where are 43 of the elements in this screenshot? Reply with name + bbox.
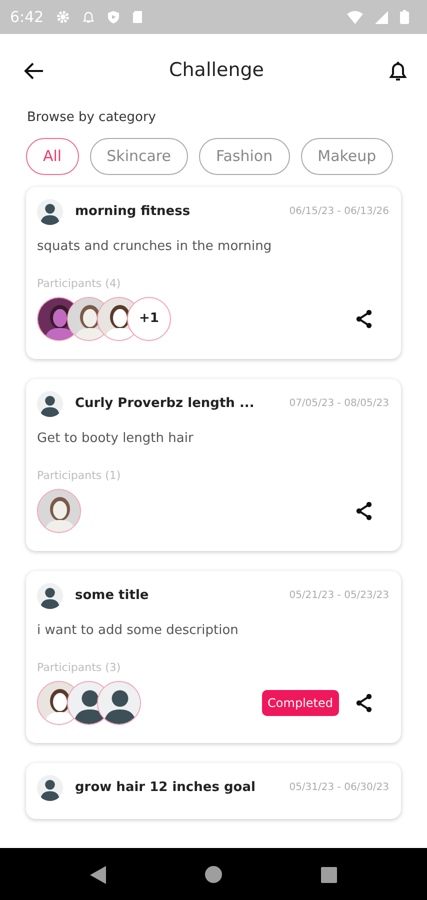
participants-label: Participants (1) bbox=[37, 468, 122, 484]
bell-icon bbox=[389, 60, 407, 82]
challenge-title: grow hair 12 inches goal bbox=[75, 778, 256, 797]
signal-icon bbox=[375, 10, 388, 24]
date-range: 07/05/23 - 08/05/23 bbox=[289, 397, 389, 411]
more-participants: +1 bbox=[127, 296, 171, 340]
shield-icon bbox=[106, 10, 120, 24]
avatar-icon bbox=[37, 390, 63, 416]
person-icon bbox=[98, 682, 140, 724]
challenge-title: morning fitness bbox=[75, 202, 192, 221]
back-arrow-icon bbox=[24, 62, 44, 80]
avatar-icon bbox=[37, 774, 63, 800]
date-range: 05/21/23 - 05/23/23 bbox=[289, 589, 389, 603]
wifi-icon bbox=[347, 10, 363, 24]
challenge-title: Curly Proverbz length ... bbox=[75, 394, 256, 413]
triangle-icon bbox=[90, 866, 106, 884]
avatar-icon bbox=[37, 198, 63, 224]
sd-card-icon bbox=[132, 10, 143, 24]
completed-badge: Completed bbox=[262, 690, 339, 716]
challenge-description: Get to booty length hair bbox=[37, 430, 194, 448]
category-chip[interactable]: All bbox=[26, 138, 79, 174]
share-icon bbox=[355, 309, 373, 330]
date-range: 06/15/23 - 06/13/26 bbox=[289, 205, 389, 219]
participants-label: Participants (4) bbox=[37, 276, 122, 292]
square-icon bbox=[321, 866, 338, 883]
category-chip[interactable]: Skincare bbox=[90, 138, 188, 174]
challenge-description: squats and crunches in the morning bbox=[37, 238, 273, 256]
avatar-icon bbox=[37, 582, 63, 608]
clock: 6:42 bbox=[10, 6, 44, 28]
page-title: Challenge bbox=[169, 58, 264, 83]
battery-icon bbox=[400, 10, 409, 24]
share-icon bbox=[355, 693, 373, 714]
share-icon bbox=[355, 501, 373, 522]
section-label: Browse by category bbox=[27, 109, 157, 127]
category-chip[interactable]: Makeup bbox=[300, 138, 394, 174]
challenge-description: i want to add some description bbox=[37, 622, 240, 640]
bell-icon bbox=[82, 10, 95, 24]
circle-icon bbox=[204, 866, 222, 884]
challenge-title: some title bbox=[75, 586, 150, 605]
category-chip[interactable]: Fashion bbox=[199, 138, 290, 174]
participants-label: Participants (3) bbox=[37, 660, 122, 676]
date-range: 05/31/23 - 06/30/23 bbox=[289, 781, 389, 795]
gear-icon bbox=[56, 10, 70, 24]
